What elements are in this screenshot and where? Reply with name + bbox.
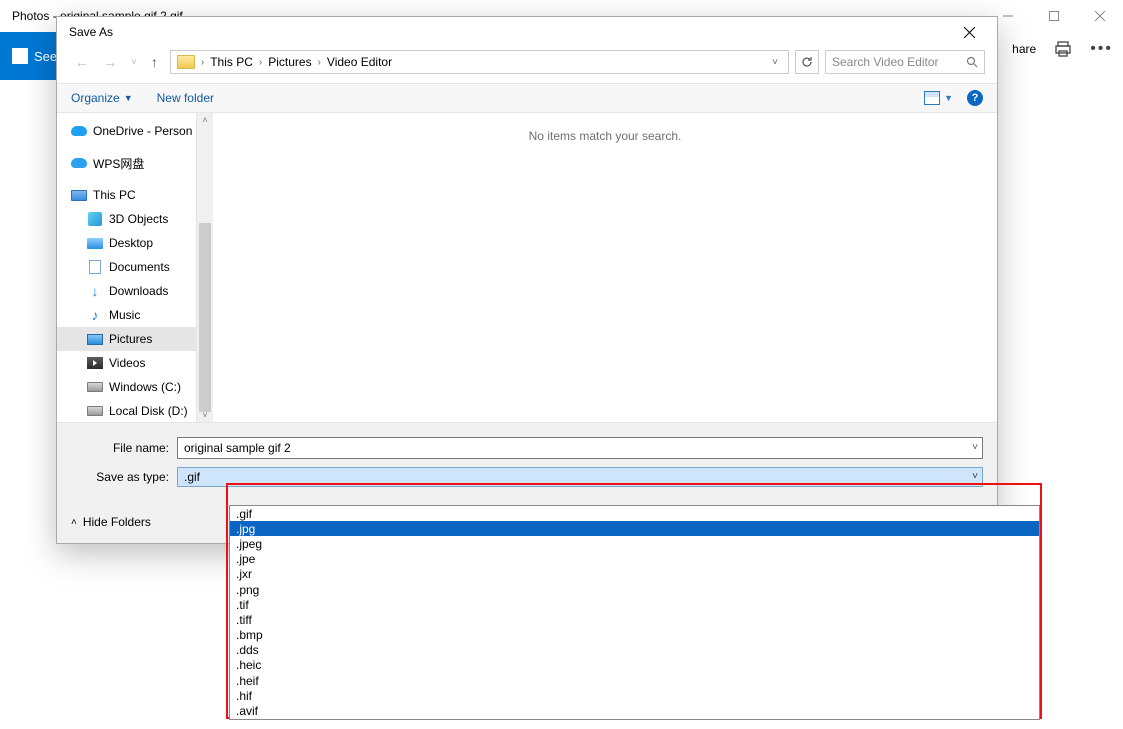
- crumb-this-pc[interactable]: This PC: [210, 55, 253, 69]
- filetype-option[interactable]: .dds: [230, 643, 1039, 658]
- search-input[interactable]: Search Video Editor: [825, 50, 985, 74]
- save-as-dialog: Save As ← → ˅ ↑ › This PC › Pictures › V…: [56, 16, 998, 544]
- print-icon[interactable]: [1054, 40, 1072, 58]
- parent-close-button[interactable]: [1077, 0, 1123, 32]
- tree-item-label: Windows (C:): [109, 380, 181, 394]
- tree-item[interactable]: Local Disk (D:): [57, 399, 196, 422]
- nav-forward-icon[interactable]: →: [103, 54, 117, 70]
- organize-button[interactable]: Organize ▼: [71, 91, 133, 105]
- filetype-option[interactable]: .tif: [230, 597, 1039, 612]
- filetype-option[interactable]: .jpg: [230, 521, 1039, 536]
- breadcrumb[interactable]: › This PC › Pictures › Video Editor ˅: [170, 50, 789, 74]
- chevron-down-icon[interactable]: ˅: [972, 442, 978, 453]
- maximize-button[interactable]: [1031, 0, 1077, 32]
- crumb-pictures[interactable]: Pictures: [268, 55, 311, 69]
- help-button[interactable]: ?: [967, 90, 983, 106]
- tree-item-label: 3D Objects: [109, 212, 168, 226]
- tree-item[interactable]: OneDrive - Person: [57, 119, 196, 143]
- filetype-option[interactable]: .jpeg: [230, 536, 1039, 551]
- filetype-option[interactable]: .heif: [230, 673, 1039, 688]
- more-options-icon[interactable]: •••: [1090, 40, 1113, 58]
- filetype-option[interactable]: .tiff: [230, 612, 1039, 627]
- file-list-empty: No items match your search.: [213, 113, 997, 422]
- file-name-value: original sample gif 2: [184, 441, 291, 455]
- chevron-down-icon[interactable]: ˅: [772, 57, 782, 68]
- close-button[interactable]: [949, 18, 989, 46]
- filetype-option[interactable]: .hif: [230, 688, 1039, 703]
- photos-app-icon: [12, 48, 28, 64]
- chevron-right-icon: ›: [259, 57, 262, 68]
- tree-item[interactable]: ♪Music: [57, 303, 196, 327]
- layout-button[interactable]: ▼: [924, 91, 953, 105]
- crumb-video-editor[interactable]: Video Editor: [327, 55, 392, 69]
- scroll-thumb[interactable]: [199, 223, 211, 412]
- tree-item[interactable]: ↓Downloads: [57, 279, 196, 303]
- nav-back-icon[interactable]: ←: [75, 54, 89, 70]
- tree-item-label: Pictures: [109, 332, 152, 346]
- chevron-up-icon: ˄: [71, 517, 77, 528]
- tree-item-label: Videos: [109, 356, 145, 370]
- nav-tree: OneDrive - Person WPS网盘 This PC 3D Objects D…: [57, 113, 197, 422]
- dialog-title: Save As: [69, 25, 113, 39]
- tree-item[interactable]: Videos: [57, 351, 196, 375]
- refresh-button[interactable]: [795, 50, 819, 74]
- folder-icon: [177, 55, 195, 69]
- nav-up-icon[interactable]: ↑: [151, 54, 158, 70]
- file-name-field[interactable]: original sample gif 2 ˅: [177, 437, 983, 459]
- save-as-type-value: .gif: [184, 470, 200, 484]
- tree-item[interactable]: WPS网盘: [57, 151, 196, 175]
- filetype-option[interactable]: .gif: [230, 506, 1039, 521]
- empty-message: No items match your search.: [529, 129, 682, 143]
- tree-item[interactable]: Documents: [57, 255, 196, 279]
- nav-history-icon[interactable]: ˅: [131, 57, 137, 68]
- tree-item[interactable]: This PC: [57, 183, 196, 207]
- filetype-option[interactable]: .png: [230, 582, 1039, 597]
- chevron-right-icon: ›: [318, 57, 321, 68]
- search-placeholder: Search Video Editor: [832, 55, 939, 69]
- scroll-up-icon[interactable]: ˄: [197, 115, 213, 125]
- see-button-label: See: [34, 49, 57, 64]
- tree-item[interactable]: 3D Objects: [57, 207, 196, 231]
- filetype-option[interactable]: .bmp: [230, 628, 1039, 643]
- tree-item-label: OneDrive - Person: [93, 124, 192, 138]
- save-as-type-dropdown[interactable]: .gif.jpg.jpeg.jpe.jxr.png.tif.tiff.bmp.d…: [229, 505, 1040, 720]
- tree-item-label: This PC: [93, 188, 136, 202]
- search-icon: [966, 56, 978, 68]
- scroll-down-icon[interactable]: ˅: [197, 410, 213, 420]
- parent-window-controls: [985, 0, 1123, 32]
- tree-item[interactable]: Desktop: [57, 231, 196, 255]
- tree-item-label: Documents: [109, 260, 170, 274]
- tree-item-label: WPS网盘: [93, 155, 144, 172]
- tree-item-label: Music: [109, 308, 140, 322]
- save-as-type-label: Save as type:: [71, 470, 177, 484]
- chevron-right-icon: ›: [201, 57, 204, 68]
- filetype-option[interactable]: .jpe: [230, 552, 1039, 567]
- tree-item-label: Local Disk (D:): [109, 404, 188, 418]
- file-name-label: File name:: [71, 441, 177, 455]
- hide-folders-label: Hide Folders: [83, 515, 151, 529]
- new-folder-button[interactable]: New folder: [157, 91, 214, 105]
- chevron-down-icon: ▼: [124, 93, 133, 103]
- tree-item-label: Desktop: [109, 236, 153, 250]
- filetype-option[interactable]: .jxr: [230, 567, 1039, 582]
- share-label-fragment: hare: [1012, 42, 1036, 56]
- filetype-option[interactable]: .avif: [230, 703, 1039, 718]
- tree-item[interactable]: Pictures: [57, 327, 196, 351]
- tree-item[interactable]: Windows (C:): [57, 375, 196, 399]
- filetype-option[interactable]: .heic: [230, 658, 1039, 673]
- chevron-down-icon: ▼: [944, 93, 953, 103]
- tree-item-label: Downloads: [109, 284, 168, 298]
- layout-icon: [924, 91, 940, 105]
- organize-label: Organize: [71, 91, 120, 105]
- chevron-down-icon[interactable]: ˅: [972, 471, 978, 482]
- tree-scrollbar[interactable]: ˄ ˅: [197, 113, 213, 422]
- save-as-type-field[interactable]: .gif ˅: [177, 467, 983, 487]
